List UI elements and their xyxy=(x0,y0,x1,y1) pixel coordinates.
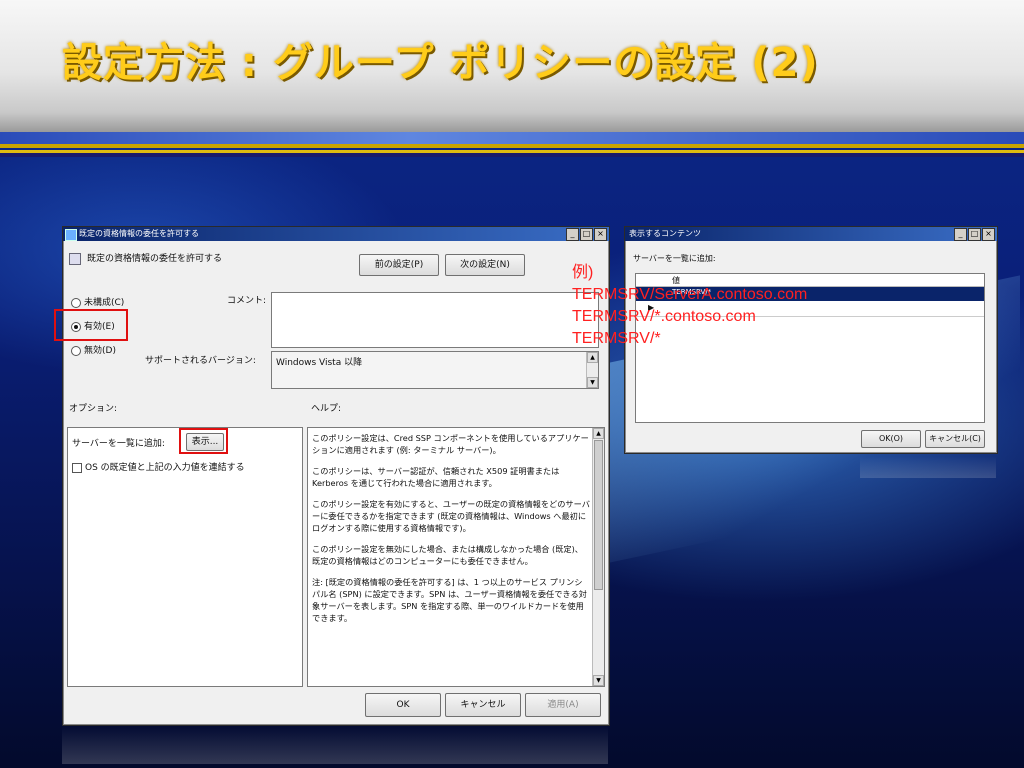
next-setting-button[interactable]: 次の設定(N) xyxy=(445,254,525,276)
apply-button[interactable]: 適用(A) xyxy=(525,693,601,717)
title-stripe xyxy=(0,132,1024,144)
content-ok-button[interactable]: OK(O) xyxy=(861,430,921,448)
help-paragraph: このポリシー設定は、Cred SSP コンポーネントを使用しているアプリケーショ… xyxy=(312,433,589,455)
cancel-button[interactable]: キャンセル xyxy=(445,693,521,717)
help-paragraph: このポリシー設定を有効にすると、ユーザーの既定の資格情報をどのサーバーに委任でき… xyxy=(312,499,590,533)
comment-field[interactable] xyxy=(271,292,599,348)
concat-checkbox[interactable] xyxy=(72,462,82,473)
content-maximize-button[interactable]: □ xyxy=(968,228,981,241)
content-cancel-button[interactable]: キャンセル(C) xyxy=(925,430,985,448)
help-text: このポリシー設定は、Cred SSP コンポーネントを使用しているアプリケーショ… xyxy=(312,432,590,633)
supported-scrollbar[interactable]: ▲ ▼ xyxy=(586,352,598,388)
content-window-titlebar: 表示するコンテンツ _ □ × xyxy=(625,227,997,241)
help-label: ヘルプ: xyxy=(311,404,342,414)
title-bar: 設定方法 : グループ ポリシーの設定 (2) xyxy=(0,0,1024,132)
content-minimize-button[interactable]: _ xyxy=(954,228,967,241)
policy-window: 既定の資格情報の委任を許可する _ □ × 既定の資格情報の委任を許可する 前の… xyxy=(54,226,610,726)
policy-window-title: 既定の資格情報の委任を許可する xyxy=(79,229,199,238)
example-line: TERMSRV/ServerA.contoso.com xyxy=(572,286,808,303)
dark-divider xyxy=(0,153,1024,157)
minimize-button[interactable]: _ xyxy=(566,228,579,241)
concat-checkbox-label: OS の既定値と上記の入力値を連結する xyxy=(85,463,245,473)
help-paragraph: 注: [既定の資格情報の委任を許可する] は、1 つ以上のサービス プリンシパル… xyxy=(312,577,587,623)
help-panel: このポリシー設定は、Cred SSP コンポーネントを使用しているアプリケーショ… xyxy=(307,427,605,687)
example-text: 例) TERMSRV/ServerA.contoso.com TERMSRV/*… xyxy=(572,262,807,350)
radio-not-configured[interactable]: 未構成(C) xyxy=(71,295,124,308)
prev-setting-button[interactable]: 前の設定(P) xyxy=(359,254,439,276)
options-label: オプション: xyxy=(69,404,118,414)
options-panel: サーバーを一覧に追加: 表示... OS の既定値と上記の入力値を連結する xyxy=(67,427,303,687)
scroll-thumb[interactable] xyxy=(594,440,603,590)
concat-checkbox-row[interactable]: OS の既定値と上記の入力値を連結する xyxy=(72,460,245,473)
maximize-button[interactable]: □ xyxy=(580,228,593,241)
slide-title: 設定方法 : グループ ポリシーの設定 (2) xyxy=(62,40,819,86)
show-highlight-box xyxy=(179,428,228,454)
supported-value: Windows Vista 以降 xyxy=(276,358,363,368)
policy-window-icon xyxy=(65,229,77,241)
server-add-label: サーバーを一覧に追加: xyxy=(72,439,165,449)
enabled-highlight-box xyxy=(54,309,128,341)
example-line: TERMSRV/* xyxy=(572,330,661,347)
help-paragraph: このポリシーは、サーバー認証が、信頼された X509 証明書または Kerber… xyxy=(312,466,560,488)
policy-icon xyxy=(69,252,81,265)
radio-disabled-circle[interactable] xyxy=(71,345,81,356)
content-window-reflection xyxy=(860,456,996,478)
radio-not-configured-label: 未構成(C) xyxy=(84,298,125,308)
example-heading: 例) xyxy=(572,264,594,281)
scroll-down-arrow[interactable]: ▼ xyxy=(593,675,604,686)
radio-not-configured-circle[interactable] xyxy=(71,297,81,308)
policy-window-reflection xyxy=(62,726,608,764)
radio-disabled[interactable]: 無効(D) xyxy=(71,343,116,356)
policy-heading: 既定の資格情報の委任を許可する xyxy=(87,254,223,264)
supported-label: サポートされるバージョン: xyxy=(145,356,256,366)
example-line: TERMSRV/*.contoso.com xyxy=(572,308,756,325)
policy-heading-row: 既定の資格情報の委任を許可する xyxy=(69,251,222,265)
ok-button[interactable]: OK xyxy=(365,693,441,717)
comment-label: コメント: xyxy=(227,296,267,306)
policy-window-titlebar: 既定の資格情報の委任を許可する _ □ × xyxy=(63,227,609,241)
close-button[interactable]: × xyxy=(594,228,607,241)
scroll-up-arrow[interactable]: ▲ xyxy=(593,428,604,439)
help-scrollbar[interactable]: ▲ ▼ xyxy=(592,428,604,686)
content-close-button[interactable]: × xyxy=(982,228,995,241)
content-window-title: 表示するコンテンツ xyxy=(629,229,701,238)
supported-field: Windows Vista 以降 ▲ ▼ xyxy=(271,351,599,389)
radio-disabled-label: 無効(D) xyxy=(84,346,116,356)
gold-divider xyxy=(0,144,1024,148)
help-paragraph: このポリシー設定を無効にした場合、または構成しなかった場合 (既定)、既定の資格… xyxy=(312,544,583,566)
